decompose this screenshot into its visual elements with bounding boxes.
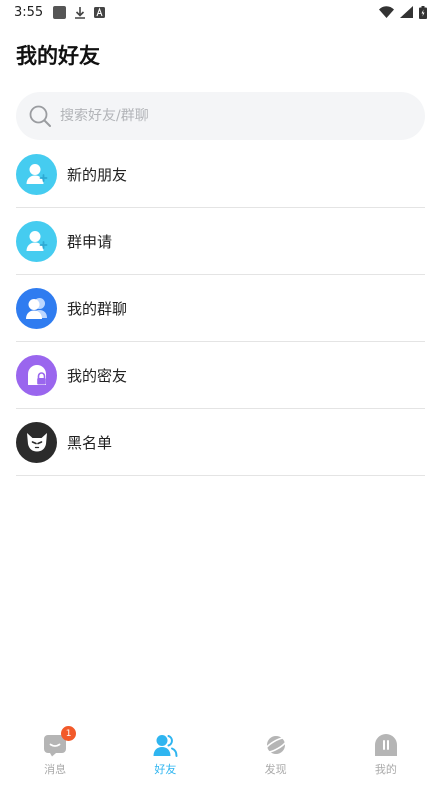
- menu-item-new-friends[interactable]: 新的朋友: [16, 141, 425, 208]
- page-title: 我的好友: [16, 44, 100, 68]
- friends-icon: [152, 732, 178, 758]
- tab-friends[interactable]: 好友: [110, 723, 220, 785]
- download-icon: [75, 6, 86, 19]
- system-status-icons: [379, 5, 427, 19]
- chat-icon: 1: [42, 726, 77, 758]
- status-time: 3:55: [14, 4, 44, 20]
- menu-label: 我的密友: [67, 366, 128, 385]
- font-a-icon: [94, 6, 106, 18]
- add-person-icon: [16, 220, 57, 262]
- signal-icon: [400, 6, 413, 18]
- profile-icon: [373, 732, 399, 758]
- battery-icon: [419, 5, 427, 19]
- wifi-icon: [379, 6, 394, 18]
- tab-messages[interactable]: 1 消息: [0, 723, 110, 785]
- tab-label: 我的: [374, 763, 397, 776]
- lock-icon: [16, 354, 57, 396]
- group-icon: [16, 287, 57, 329]
- add-person-icon: [16, 153, 57, 195]
- status-bar: 3:55: [0, 0, 441, 24]
- tab-label: 发现: [264, 763, 287, 776]
- search-input[interactable]: [60, 108, 390, 124]
- menu-item-my-groups[interactable]: 我的群聊: [16, 275, 425, 342]
- menu-item-close-friends[interactable]: 我的密友: [16, 342, 425, 409]
- menu-label: 黑名单: [67, 433, 113, 452]
- menu-label: 我的群聊: [67, 299, 128, 318]
- tab-label: 消息: [44, 763, 67, 776]
- bottom-tab-bar: 1 消息 好友 发现 我的: [0, 723, 441, 785]
- tab-label: 好友: [154, 763, 177, 776]
- menu-item-blacklist[interactable]: 黑名单: [16, 409, 425, 476]
- cat-mask-icon: [16, 421, 57, 463]
- app-notification-icon: [53, 5, 67, 19]
- search-icon: [29, 105, 51, 127]
- planet-icon: [263, 732, 289, 758]
- notification-icons: [53, 5, 106, 19]
- menu-item-group-requests[interactable]: 群申请: [16, 208, 425, 275]
- tab-profile[interactable]: 我的: [331, 723, 441, 785]
- friends-menu-list: 新的朋友 群申请 我的群聊 我的密友 黑名单: [16, 141, 425, 476]
- unread-badge: 1: [61, 726, 77, 741]
- search-bar[interactable]: [16, 92, 425, 140]
- tab-discover[interactable]: 发现: [221, 723, 331, 785]
- menu-label: 群申请: [67, 232, 113, 251]
- menu-label: 新的朋友: [67, 165, 128, 184]
